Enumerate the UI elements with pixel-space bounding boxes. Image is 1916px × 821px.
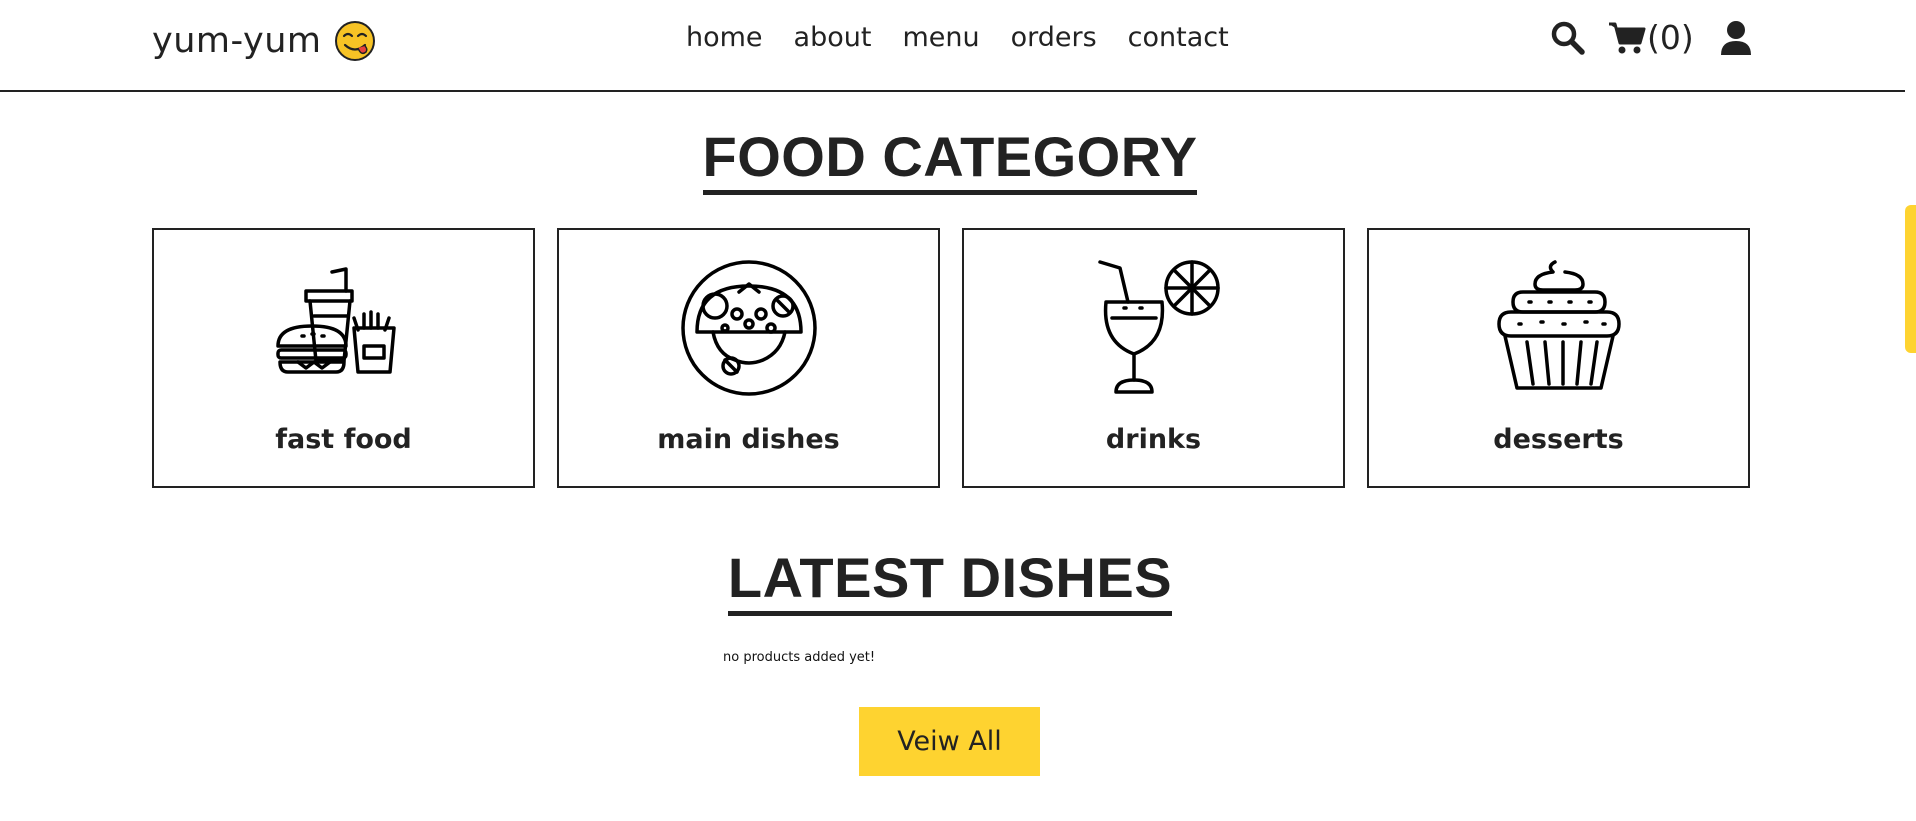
cart-count: (0)	[1647, 18, 1694, 57]
fast-food-icon	[275, 267, 396, 374]
category-card-main-dishes[interactable]: main dishes	[557, 228, 940, 488]
category-label: fast food	[275, 424, 412, 455]
category-card-drinks[interactable]: drinks	[962, 228, 1345, 488]
category-card-fast-food[interactable]: fast food	[152, 228, 535, 488]
empty-products-message: no products added yet!	[723, 650, 876, 665]
logo-text: yum-yum	[152, 21, 322, 61]
category-label: main dishes	[657, 424, 840, 455]
logo-link[interactable]: yum-yum	[152, 20, 376, 62]
scrollbar-thumb[interactable]	[1905, 205, 1916, 353]
header: yum-yum home about menu orders contact (…	[0, 0, 1905, 92]
search-button[interactable]	[1550, 20, 1586, 56]
user-icon	[1720, 20, 1751, 55]
yummy-face-icon	[334, 21, 375, 61]
user-button[interactable]	[1720, 20, 1752, 56]
header-icons: (0)	[1550, 18, 1752, 57]
cart-button[interactable]: (0)	[1608, 18, 1694, 57]
cart-icon	[1609, 22, 1646, 53]
section-title-latest-dishes: LATEST DISHES	[0, 545, 1900, 616]
section-title-food-category: FOOD CATEGORY	[0, 124, 1900, 195]
nav-menu[interactable]: menu	[902, 22, 979, 53]
category-card-desserts[interactable]: desserts	[1367, 228, 1750, 488]
main-dish-icon	[680, 260, 817, 396]
nav-contact[interactable]: contact	[1128, 22, 1229, 53]
search-icon	[1551, 21, 1585, 55]
nav-about[interactable]: about	[794, 22, 872, 53]
nav-orders[interactable]: orders	[1011, 22, 1097, 53]
category-label: drinks	[1105, 424, 1202, 455]
view-all-button[interactable]: Veiw All	[859, 707, 1040, 776]
category-list: fast food main dishes drinks desserts	[152, 228, 1750, 488]
main-nav: home about menu orders contact	[686, 22, 1229, 53]
category-label: desserts	[1493, 424, 1624, 455]
cupcake-icon	[1496, 260, 1621, 390]
drink-icon	[1097, 260, 1220, 394]
nav-home[interactable]: home	[686, 22, 763, 53]
